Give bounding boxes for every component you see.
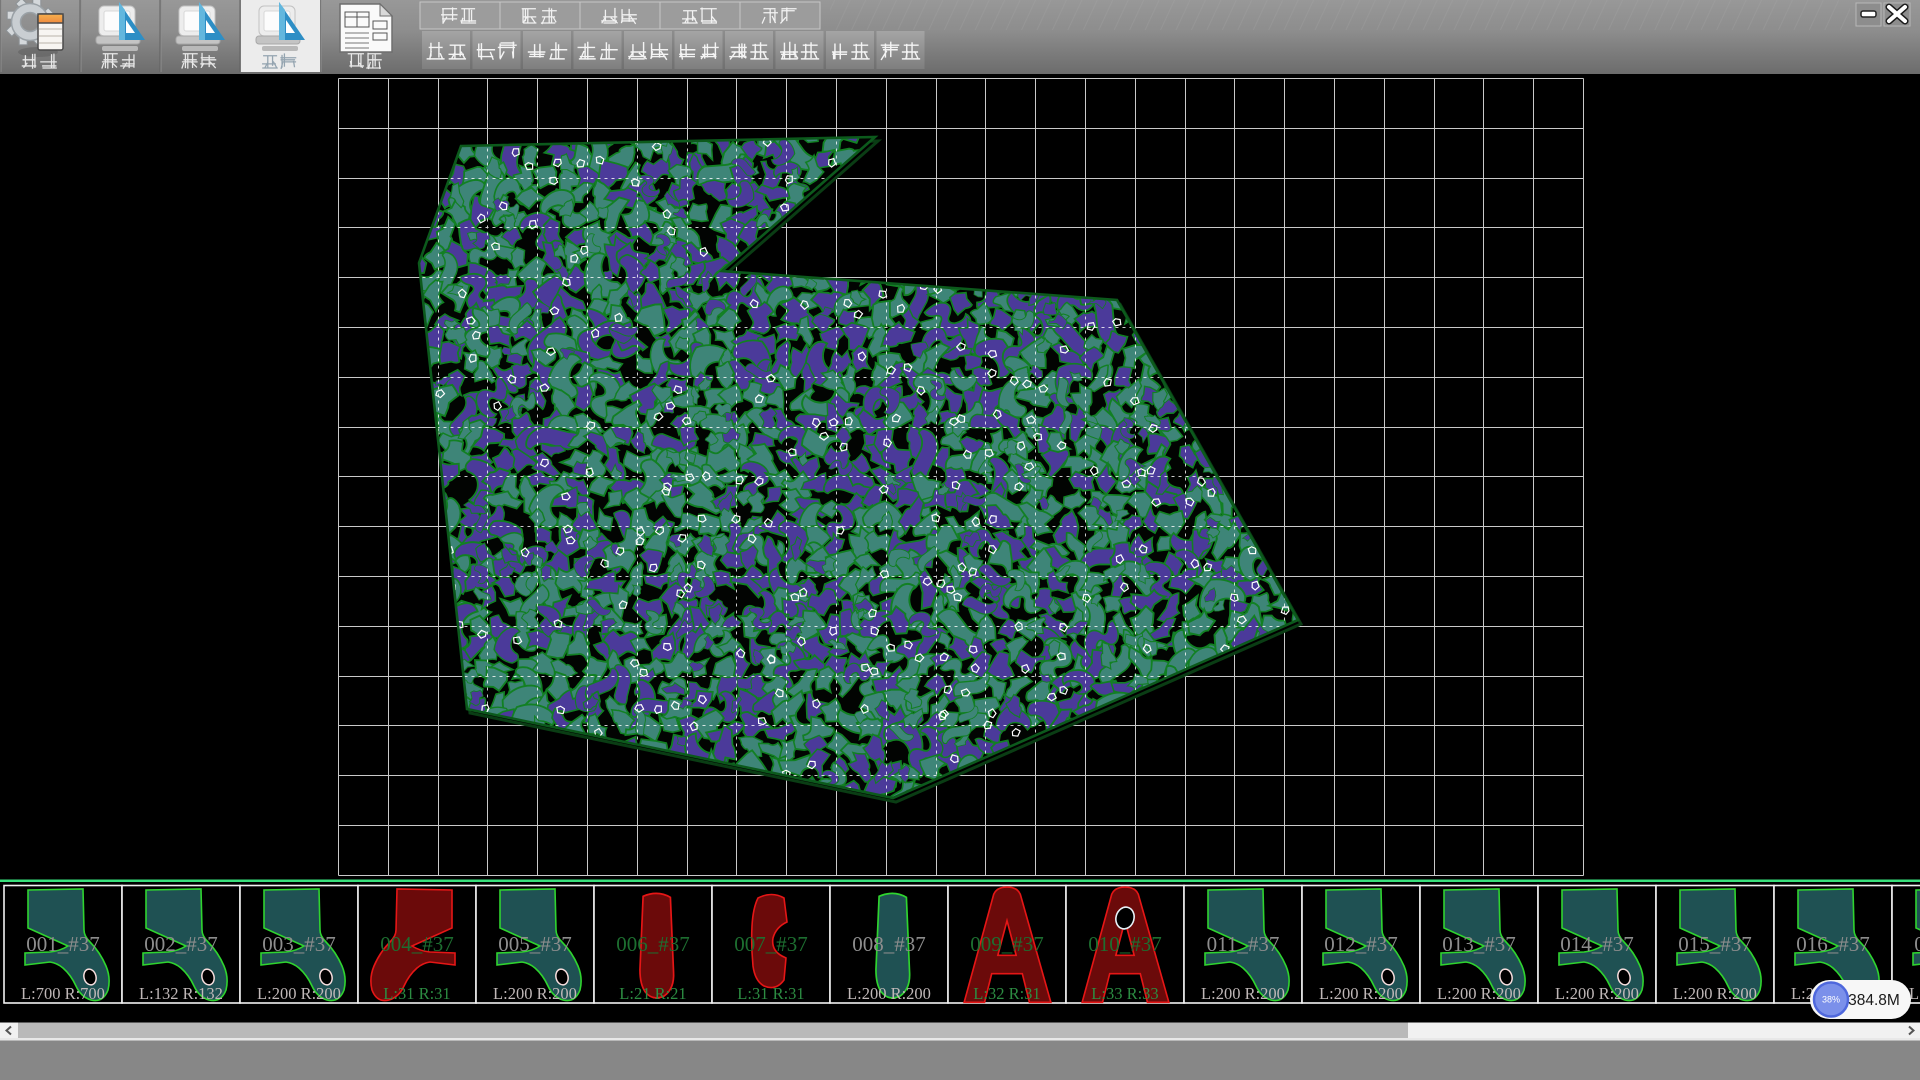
svg-text:L:21 R:21: L:21 R:21 (619, 984, 686, 1003)
svg-text:L:200 R:200: L:200 R:200 (257, 984, 341, 1003)
svg-text:013_#37: 013_#37 (1442, 932, 1516, 956)
svg-text:011_#37: 011_#37 (1207, 932, 1280, 956)
svg-text:L:200 R:200: L:200 R:200 (847, 984, 931, 1003)
svg-text:003_#37: 003_#37 (262, 932, 336, 956)
svg-text:L:200 R:200: L:200 R:200 (1201, 984, 1285, 1003)
svg-text:L:32 R:31: L:32 R:31 (973, 984, 1040, 1003)
svg-text:007_#37: 007_#37 (734, 932, 808, 956)
svg-text:016_#37: 016_#37 (1796, 932, 1870, 956)
svg-text:384.8M: 384.8M (1848, 992, 1900, 1009)
svg-text:38%: 38% (1822, 995, 1840, 1005)
svg-text:014_#37: 014_#37 (1560, 932, 1634, 956)
svg-text:006_#37: 006_#37 (616, 932, 690, 956)
svg-text:L:700 R:700: L:700 R:700 (21, 984, 105, 1003)
svg-text:L:200 R:200: L:200 R:200 (1673, 984, 1757, 1003)
svg-text:L:200 R:200: L:200 R:200 (1437, 984, 1521, 1003)
svg-text:009_#37: 009_#37 (970, 932, 1044, 956)
svg-text:010_#37: 010_#37 (1088, 932, 1162, 956)
svg-text:L:200 R:200: L:200 R:200 (1555, 984, 1639, 1003)
svg-text:001_#37: 001_#37 (26, 932, 100, 956)
svg-text:005_#37: 005_#37 (498, 932, 572, 956)
svg-text:008_#37: 008_#37 (852, 932, 926, 956)
svg-text:L:132 R:132: L:132 R:132 (139, 984, 223, 1003)
svg-text:L:31 R:31: L:31 R:31 (737, 984, 804, 1003)
svg-text:012_#37: 012_#37 (1324, 932, 1398, 956)
svg-text:L:200 R:200: L:200 R:200 (1319, 984, 1403, 1003)
svg-text:L:200 R:200: L:200 R:200 (493, 984, 577, 1003)
svg-text:002_#37: 002_#37 (144, 932, 218, 956)
svg-text:017_#37: 017_#37 (1914, 932, 1920, 956)
svg-text:L:31 R:31: L:31 R:31 (383, 984, 450, 1003)
svg-text:015_#37: 015_#37 (1678, 932, 1752, 956)
svg-text:004_#37: 004_#37 (380, 932, 454, 956)
svg-text:L:33 R:33: L:33 R:33 (1091, 984, 1158, 1003)
